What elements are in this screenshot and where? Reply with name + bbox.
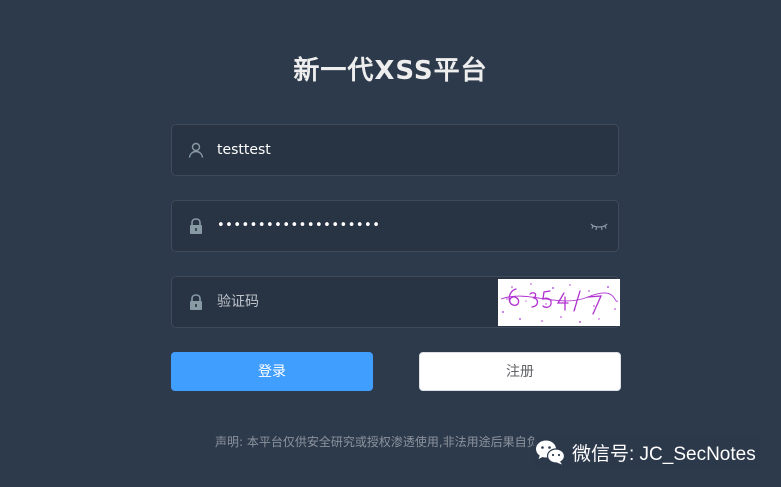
captcha-input[interactable]: 验证码 <box>217 277 259 327</box>
password-field[interactable]: •••••••••••••••••••• <box>171 200 619 252</box>
login-button[interactable]: 登录 <box>171 352 373 391</box>
username-field[interactable]: testtest <box>171 124 619 176</box>
password-input[interactable]: •••••••••••••••••••• <box>217 201 380 251</box>
captcha-image[interactable] <box>498 279 620 326</box>
disclaimer-text: 声明: 本平台仅供安全研究或授权渗透使用,非法用途后果自负 <box>215 435 539 449</box>
captcha-field[interactable]: 验证码 <box>171 276 620 328</box>
eye-closed-icon[interactable] <box>590 218 608 234</box>
watermark: 微信号: JC_SecNotes <box>534 436 760 468</box>
lock-icon <box>190 294 202 310</box>
page-title: 新一代XSS平台 <box>293 56 488 86</box>
username-input[interactable]: testtest <box>217 125 271 175</box>
lock-icon <box>190 218 202 234</box>
watermark-text: 微信号: JC_SecNotes <box>572 443 756 465</box>
register-button[interactable]: 注册 <box>419 352 621 391</box>
login-page: 新一代XSS平台 testtest •••••••••••••••••••• 验… <box>0 0 781 487</box>
wechat-icon <box>536 440 566 465</box>
user-icon <box>188 142 204 158</box>
